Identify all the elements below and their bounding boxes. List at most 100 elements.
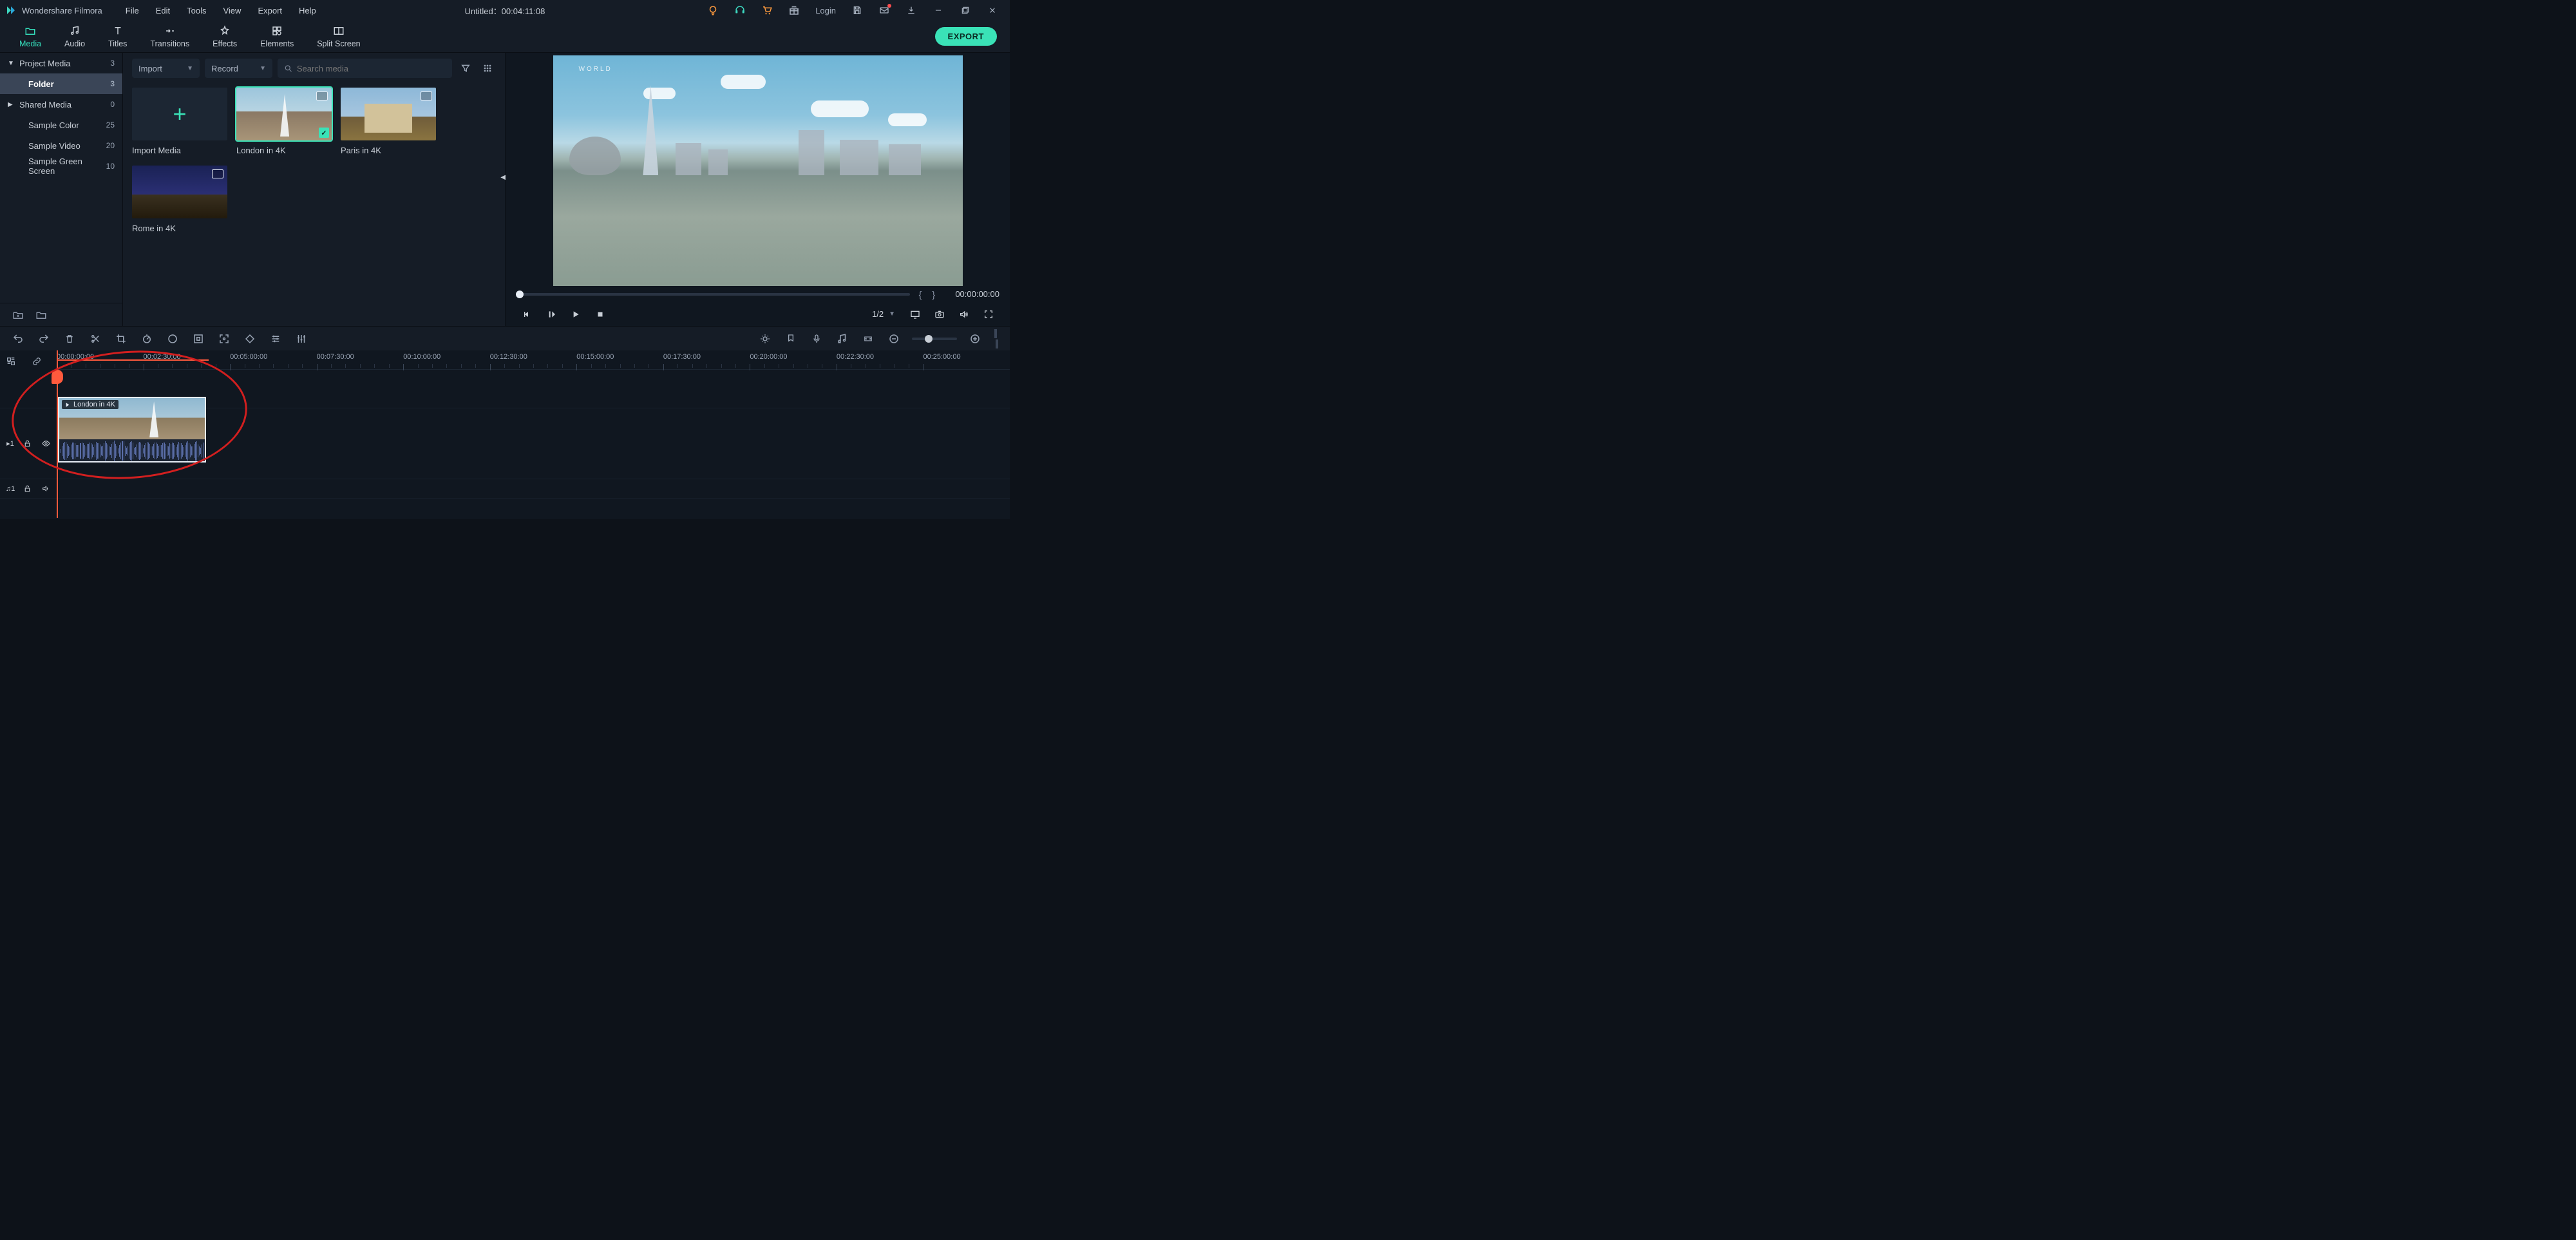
grid-view-icon[interactable]: [479, 60, 496, 77]
lock-icon[interactable]: [23, 484, 33, 493]
media-item-paris[interactable]: Paris in 4K: [341, 88, 436, 155]
preview-scale-dropdown[interactable]: 1/2 ▼: [866, 309, 902, 319]
speed-button[interactable]: [137, 329, 157, 349]
audio-track[interactable]: ♫1: [0, 479, 1010, 499]
thumbnail[interactable]: [132, 166, 227, 218]
download-icon[interactable]: [899, 0, 923, 21]
search-media[interactable]: [278, 59, 452, 78]
import-dropdown[interactable]: Import ▼: [132, 59, 200, 78]
stop-button[interactable]: [589, 305, 611, 324]
clip-thumbnail: London in 4K: [59, 398, 205, 439]
media-item-rome[interactable]: Rome in 4K: [132, 166, 227, 233]
undo-button[interactable]: [8, 329, 28, 349]
audio-mixer-button[interactable]: [291, 329, 312, 349]
audio-sync-button[interactable]: [832, 329, 853, 349]
timeline-toolbar: [0, 326, 1010, 350]
support-icon[interactable]: [728, 0, 752, 21]
timeline-settings-icon[interactable]: [4, 354, 18, 368]
volume-icon[interactable]: [953, 305, 975, 324]
tab-audio[interactable]: Audio: [53, 21, 97, 52]
marker-button[interactable]: [781, 329, 801, 349]
tab-effects[interactable]: Effects: [201, 21, 249, 52]
record-dropdown[interactable]: Record ▼: [205, 59, 272, 78]
tab-elements[interactable]: Elements: [249, 21, 305, 52]
tab-titles[interactable]: Titles: [97, 21, 138, 52]
preview-frame[interactable]: WORLD: [553, 55, 963, 286]
mark-out-icon[interactable]: }: [931, 289, 936, 300]
media-item-london[interactable]: ✓ London in 4K: [236, 88, 332, 155]
cart-icon[interactable]: [755, 0, 779, 21]
tree-sample-color[interactable]: Sample Color 25: [0, 115, 122, 135]
display-mode-icon[interactable]: [904, 305, 926, 324]
menu-view[interactable]: View: [215, 2, 249, 19]
audio-track-icon: ♫1: [5, 485, 15, 493]
new-folder-icon[interactable]: [12, 309, 24, 321]
keyframe-button[interactable]: [240, 329, 260, 349]
green-screen-button[interactable]: [188, 329, 209, 349]
split-button[interactable]: [85, 329, 106, 349]
tree-folder[interactable]: Folder 3: [0, 73, 122, 94]
play-button[interactable]: [565, 305, 587, 324]
menu-edit[interactable]: Edit: [148, 2, 178, 19]
speaker-icon[interactable]: [41, 484, 52, 493]
thumbnail[interactable]: [341, 88, 436, 140]
play-pause-button[interactable]: [540, 305, 562, 324]
menu-tools[interactable]: Tools: [179, 2, 214, 19]
close-button[interactable]: [980, 0, 1005, 21]
minimize-button[interactable]: [926, 0, 951, 21]
search-input[interactable]: [297, 64, 446, 73]
folder-icon[interactable]: [35, 309, 48, 321]
tab-split-screen[interactable]: Split Screen: [305, 21, 372, 52]
mark-in-icon[interactable]: {: [918, 289, 923, 300]
eye-icon[interactable]: [41, 439, 52, 448]
timeline-clip[interactable]: London in 4K: [58, 397, 206, 463]
snapshot-icon[interactable]: [929, 305, 951, 324]
tree-project-media[interactable]: ▼ Project Media 3: [0, 53, 122, 73]
zoom-thumb[interactable]: [925, 335, 933, 343]
scrub-track[interactable]: [516, 293, 910, 296]
save-icon[interactable]: [845, 0, 869, 21]
maximize-button[interactable]: [953, 0, 978, 21]
scrub-thumb[interactable]: [516, 291, 524, 298]
expand-button[interactable]: [858, 329, 878, 349]
motion-tracking-button[interactable]: [214, 329, 234, 349]
check-icon: ✓: [319, 128, 329, 138]
tips-icon[interactable]: [701, 0, 725, 21]
zoom-slider[interactable]: [912, 338, 957, 340]
playhead-handle[interactable]: [52, 370, 63, 384]
menu-export[interactable]: Export: [250, 2, 290, 19]
transitions-icon: [164, 25, 176, 38]
tree-sample-green[interactable]: Sample Green Screen 10: [0, 156, 122, 176]
fullscreen-icon[interactable]: [978, 305, 999, 324]
thumbnail[interactable]: ✓: [236, 88, 332, 140]
delete-button[interactable]: [59, 329, 80, 349]
tree-shared-media[interactable]: ▶ Shared Media 0: [0, 94, 122, 115]
panel-resize-handle[interactable]: [994, 329, 1002, 348]
menu-help[interactable]: Help: [291, 2, 324, 19]
color-button[interactable]: [162, 329, 183, 349]
link-icon[interactable]: [30, 354, 44, 368]
crop-button[interactable]: [111, 329, 131, 349]
tree-sample-video[interactable]: Sample Video 20: [0, 135, 122, 156]
login-button[interactable]: Login: [809, 0, 842, 21]
timeline: 00:00:00:00 00:02:30:00 00:05:00:00 00:0…: [0, 350, 1010, 519]
adjust-button[interactable]: [265, 329, 286, 349]
export-button[interactable]: EXPORT: [935, 27, 997, 46]
redo-button[interactable]: [33, 329, 54, 349]
message-icon[interactable]: [872, 0, 896, 21]
timeline-ruler[interactable]: 00:00:00:00 00:02:30:00 00:05:00:00 00:0…: [57, 350, 1010, 370]
collapse-panel-icon[interactable]: ◀: [500, 174, 506, 181]
clip-badge-icon: [316, 91, 328, 100]
menu-file[interactable]: File: [118, 2, 147, 19]
tab-media[interactable]: Media: [8, 21, 53, 52]
zoom-out-button[interactable]: [884, 329, 904, 349]
media-import[interactable]: + Import Media: [132, 88, 227, 155]
filter-icon[interactable]: [457, 60, 474, 77]
gift-icon[interactable]: [782, 0, 806, 21]
zoom-in-button[interactable]: [965, 329, 985, 349]
lock-icon[interactable]: [23, 439, 33, 448]
record-voiceover-button[interactable]: [806, 329, 827, 349]
prev-frame-button[interactable]: [516, 305, 538, 324]
tab-transitions[interactable]: Transitions: [138, 21, 201, 52]
render-preview-button[interactable]: [755, 329, 775, 349]
